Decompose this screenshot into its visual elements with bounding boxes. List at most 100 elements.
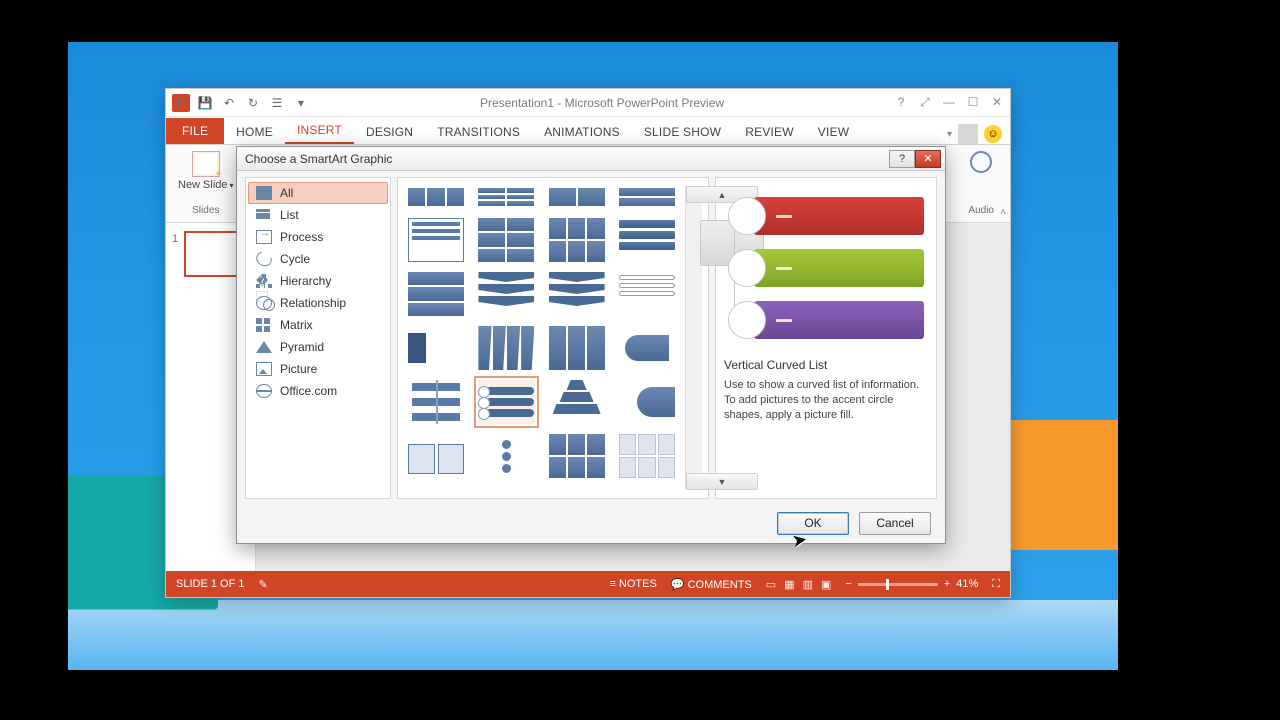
fit-to-window-icon[interactable]: ⛶: [992, 578, 1000, 591]
maximize-button[interactable]: ☐: [966, 95, 980, 110]
preview-graphic: [724, 188, 928, 348]
gallery-item[interactable]: [619, 434, 675, 478]
category-picture[interactable]: Picture: [248, 358, 388, 380]
close-button[interactable]: ✕: [990, 95, 1004, 110]
cancel-button[interactable]: Cancel: [859, 512, 931, 535]
tab-file[interactable]: FILE: [166, 118, 224, 144]
category-list: All List Process Cycle Hierarchy Relatio…: [245, 177, 391, 499]
gallery-item[interactable]: [619, 272, 675, 316]
gallery-item[interactable]: [549, 272, 605, 316]
dialog-help-button[interactable]: ?: [889, 150, 915, 168]
ribbon-tabs: FILE HOME INSERT DESIGN TRANSITIONS ANIM…: [166, 117, 1010, 145]
gallery-item[interactable]: [619, 186, 675, 208]
slides-group-label: Slides: [192, 205, 219, 216]
customize-qat-icon[interactable]: ☰: [268, 94, 286, 112]
gallery-scrollbar[interactable]: ▲ ▼: [685, 186, 702, 490]
zoom-slider[interactable]: [858, 583, 938, 586]
notes-button[interactable]: ≡ NOTES: [609, 578, 656, 590]
window-title: Presentation1 - Microsoft PowerPoint Pre…: [310, 96, 894, 110]
tab-home[interactable]: HOME: [224, 119, 285, 144]
smartart-gallery: ▲ ▼: [397, 177, 709, 499]
windows-desktop: P 💾 ↶ ↻ ☰ ▾ Presentation1 - Microsoft Po…: [68, 42, 1118, 670]
ribbon-options-icon[interactable]: ⤢: [918, 95, 932, 110]
scroll-down-button[interactable]: ▼: [686, 473, 758, 490]
gallery-item[interactable]: [478, 434, 534, 478]
category-relationship[interactable]: Relationship: [248, 292, 388, 314]
gallery-item[interactable]: [478, 186, 534, 208]
spellcheck-icon[interactable]: ✎: [258, 578, 267, 591]
preview-description: Use to show a curved list of information…: [724, 378, 928, 423]
minimize-button[interactable]: —: [942, 95, 956, 110]
tab-transitions[interactable]: TRANSITIONS: [425, 119, 532, 144]
category-all[interactable]: All: [248, 182, 388, 204]
gallery-item[interactable]: [408, 186, 464, 208]
tab-slideshow[interactable]: SLIDE SHOW: [632, 119, 733, 144]
gallery-item[interactable]: [549, 380, 605, 424]
category-matrix[interactable]: Matrix: [248, 314, 388, 336]
gallery-item[interactable]: [619, 326, 675, 370]
slide-number: 1: [172, 233, 178, 245]
zoom-percent[interactable]: 41%: [956, 578, 978, 590]
feedback-smiley-icon[interactable]: ☺: [984, 125, 1002, 143]
new-slide-group: New Slide▾ Slides: [172, 149, 240, 218]
preview-title: Vertical Curved List: [724, 358, 928, 372]
ok-button[interactable]: OK: [777, 512, 849, 535]
gallery-item[interactable]: [408, 218, 464, 262]
reading-view-icon[interactable]: ▥: [803, 578, 813, 591]
redo-button[interactable]: ↻: [244, 94, 262, 112]
dialog-footer: OK Cancel: [237, 503, 945, 543]
gallery-item[interactable]: [408, 272, 464, 316]
category-list[interactable]: List: [248, 204, 388, 226]
gallery-item[interactable]: [478, 326, 534, 370]
user-avatar[interactable]: [958, 124, 978, 144]
tab-review[interactable]: REVIEW: [733, 119, 806, 144]
category-cycle[interactable]: Cycle: [248, 248, 388, 270]
gallery-item[interactable]: [408, 434, 464, 478]
tab-design[interactable]: DESIGN: [354, 119, 425, 144]
category-pyramid[interactable]: Pyramid: [248, 336, 388, 358]
zoom-out-icon[interactable]: −: [845, 578, 851, 590]
help-icon[interactable]: ?: [894, 95, 908, 110]
quick-access-toolbar: P 💾 ↶ ↻ ☰ ▾: [172, 94, 310, 112]
category-process[interactable]: Process: [248, 226, 388, 248]
save-button[interactable]: 💾: [196, 94, 214, 112]
audio-group-partial: Audio: [962, 149, 1000, 218]
comments-button[interactable]: 💬 COMMENTS: [671, 578, 752, 591]
dialog-title: Choose a SmartArt Graphic: [245, 152, 392, 166]
tab-view[interactable]: VIEW: [806, 119, 861, 144]
gallery-item[interactable]: [408, 380, 464, 424]
gallery-item[interactable]: [549, 434, 605, 478]
category-office[interactable]: Office.com: [248, 380, 388, 402]
gallery-item[interactable]: [549, 218, 605, 262]
undo-button[interactable]: ↶: [220, 94, 238, 112]
tab-animations[interactable]: ANIMATIONS: [532, 119, 632, 144]
smartart-dialog: Choose a SmartArt Graphic ? ✕ All List P…: [236, 146, 946, 544]
dialog-close-button[interactable]: ✕: [915, 150, 941, 168]
gallery-item[interactable]: [549, 326, 605, 370]
gallery-item[interactable]: [478, 272, 534, 316]
status-bar: SLIDE 1 OF 1 ✎ ≡ NOTES 💬 COMMENTS ▭ ▦ ▥ …: [166, 571, 1010, 597]
new-slide-icon: [192, 151, 220, 177]
tab-insert[interactable]: INSERT: [285, 117, 354, 144]
normal-view-icon[interactable]: ▭: [766, 578, 776, 591]
gallery-item[interactable]: [478, 218, 534, 262]
zoom-in-icon[interactable]: +: [944, 578, 950, 590]
gallery-item[interactable]: [408, 326, 464, 370]
slideshow-view-icon[interactable]: ▣: [821, 578, 831, 591]
zoom-control[interactable]: − + 41%: [845, 578, 978, 590]
ribbon-collapse-icon[interactable]: ▾: [947, 129, 952, 140]
ribbon-collapse-chevron-icon[interactable]: ˄: [1000, 207, 1006, 218]
titlebar: P 💾 ↶ ↻ ☰ ▾ Presentation1 - Microsoft Po…: [166, 89, 1010, 117]
app-icon: P: [172, 94, 190, 112]
sorter-view-icon[interactable]: ▦: [784, 578, 794, 591]
gallery-item-vertical-curved-list[interactable]: [478, 380, 534, 424]
category-hierarchy[interactable]: Hierarchy: [248, 270, 388, 292]
preview-pane: Vertical Curved List Use to show a curve…: [715, 177, 937, 499]
qat-more-icon[interactable]: ▾: [292, 94, 310, 112]
gallery-item[interactable]: [619, 218, 675, 262]
new-slide-button[interactable]: New Slide▾: [178, 151, 234, 191]
dialog-titlebar[interactable]: Choose a SmartArt Graphic ? ✕: [237, 147, 945, 171]
audio-icon[interactable]: [970, 151, 992, 173]
gallery-item[interactable]: [619, 380, 675, 424]
gallery-item[interactable]: [549, 186, 605, 208]
